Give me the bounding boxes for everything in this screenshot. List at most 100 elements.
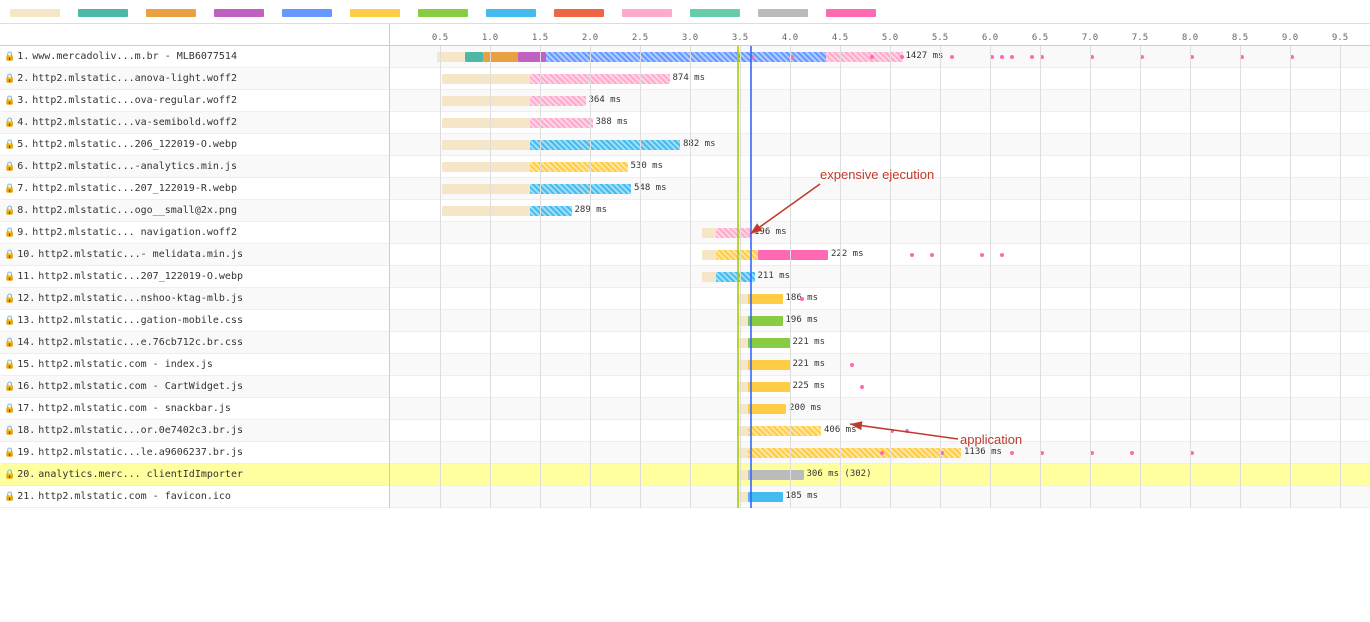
grid-line-3.5 [740,46,741,508]
tick-6.5: 6.5 [1032,33,1048,43]
left-row-11[interactable]: 🔒11.http2.mlstatic...207_122019-O.webp [0,266,389,288]
left-row-3[interactable]: 🔒3.http2.mlstatic...ova-regular.woff2 [0,90,389,112]
left-row-15[interactable]: 🔒15.http2.mlstatic.com - index.js [0,354,389,376]
left-row-18[interactable]: 🔒18.http2.mlstatic...or.0e7402c3.br.js [0,420,389,442]
js-dot-0 [850,363,854,367]
legend-ssl-swatch [214,9,264,17]
bar-0 [737,448,748,458]
left-row-2[interactable]: 🔒2.http2.mlstatic...anova-light.woff2 [0,68,389,90]
left-row-5[interactable]: 🔒5.http2.mlstatic...206_122019-O.webp [0,134,389,156]
left-row-10[interactable]: 🔒10.http2.mlstatic...- melidata.min.js [0,244,389,266]
legend-css [418,6,468,17]
js-dot-4 [950,55,954,59]
grid-line-7.5 [1140,46,1141,508]
bar-1 [530,206,572,216]
js-dot-2 [930,253,934,257]
timeline-row-7: 548 ms [390,178,1370,200]
legend-other-swatch [758,9,808,17]
row-num: 13. [17,315,35,326]
left-row-8[interactable]: 🔒8.http2.mlstatic...ogo__small@2x.png [0,200,389,222]
left-row-13[interactable]: 🔒13.http2.mlstatic...gation-mobile.css [0,310,389,332]
bar-2 [758,250,828,260]
lock-icon: 🔒 [4,52,15,62]
lock-icon: 🔒 [4,250,15,260]
bar-1 [465,52,483,62]
legend-font-swatch [622,9,672,17]
waterfall-chart: 🔒1.www.mercadoliv...m.br - MLB6077514🔒2.… [0,0,1370,508]
lock-icon: 🔒 [4,228,15,238]
duration-label: 548 ms [634,183,667,193]
row-label: http2.mlstatic.com - snackbar.js [38,403,231,414]
bar-0 [737,404,748,414]
lock-icon: 🔒 [4,96,15,106]
bar-1 [530,74,670,84]
duration-label: 221 ms [793,337,826,347]
left-row-16[interactable]: 🔒16.http2.mlstatic.com - CartWidget.js [0,376,389,398]
main-area: 🔒1.www.mercadoliv...m.br - MLB6077514🔒2.… [0,24,1370,508]
left-row-20[interactable]: 🔒20.analytics.merc... clientIdImporter [0,464,389,486]
grid-line-8.0 [1190,46,1191,508]
js-dot-4 [1000,253,1004,257]
tick-9.5: 9.5 [1332,33,1348,43]
left-row-12[interactable]: 🔒12.http2.mlstatic...nshoo-ktag-mlb.js [0,288,389,310]
duration-label: 882 ms [683,139,716,149]
grid-line-1.5 [540,46,541,508]
js-dot-0 [880,451,884,455]
left-row-17[interactable]: 🔒17.http2.mlstatic.com - snackbar.js [0,398,389,420]
bar-1 [530,140,681,150]
row-label: http2.mlstatic... navigation.woff2 [32,227,237,238]
timeline-row-17: 200 ms [390,398,1370,420]
timeline-row-2: 874 ms [390,68,1370,90]
legend-flash-swatch [554,9,604,17]
bar-1 [748,448,962,458]
bar-0 [737,294,748,304]
row-num: 5. [17,139,29,150]
row-num: 17. [17,403,35,414]
js-dot-3 [900,55,904,59]
legend-css-swatch [418,9,468,17]
left-row-19[interactable]: 🔒19.http2.mlstatic...le.a9606237.br.js [0,442,389,464]
tick-6.0: 6.0 [982,33,998,43]
timeline-row-20: 306 ms (302) [390,464,1370,486]
left-row-14[interactable]: 🔒14.http2.mlstatic...e.76cb712c.br.css [0,332,389,354]
row-num: 8. [17,205,29,216]
left-row-21[interactable]: 🔒21.http2.mlstatic.com - favicon.ico [0,486,389,508]
bar-1 [716,228,751,238]
duration-label: 196 ms [754,227,787,237]
grid-line-8.5 [1240,46,1241,508]
legend-html [282,6,332,17]
timeline-row-11: 211 ms [390,266,1370,288]
row-num: 4. [17,117,29,128]
tick-2.0: 2.0 [582,33,598,43]
bar-2 [483,52,518,62]
bar-0 [702,250,716,260]
js-dot-1 [905,429,909,433]
bar-0 [437,52,465,62]
left-row-9[interactable]: 🔒9.http2.mlstatic... navigation.woff2 [0,222,389,244]
row-label: http2.mlstatic...206_122019-O.webp [32,139,237,150]
left-row-4[interactable]: 🔒4.http2.mlstatic...va-semibold.woff2 [0,112,389,134]
left-row-6[interactable]: 🔒6.http2.mlstatic...-analytics.min.js [0,156,389,178]
row-label: http2.mlstatic...ova-regular.woff2 [32,95,237,106]
duration-label: 1136 ms [964,447,1002,457]
bar-0 [702,272,716,282]
bar-1 [748,426,822,436]
row-num: 9. [17,227,29,238]
row-num: 16. [17,381,35,392]
row-num: 2. [17,73,29,84]
legend-js-execution [826,6,876,17]
lock-icon: 🔒 [4,140,15,150]
lock-icon: 🔒 [4,272,15,282]
row-num: 20. [17,469,35,480]
row-num: 15. [17,359,35,370]
bar-0 [737,316,748,326]
legend-image-swatch [486,9,536,17]
left-row-1[interactable]: 🔒1.www.mercadoliv...m.br - MLB6077514 [0,46,389,68]
timeline-row-3: 364 ms [390,90,1370,112]
row-num: 11. [17,271,35,282]
lock-icon: 🔒 [4,492,15,502]
left-row-7[interactable]: 🔒7.http2.mlstatic...207_122019-R.webp [0,178,389,200]
tick-3.5: 3.5 [732,33,748,43]
bar-1 [748,470,804,480]
bar-1 [748,294,783,304]
